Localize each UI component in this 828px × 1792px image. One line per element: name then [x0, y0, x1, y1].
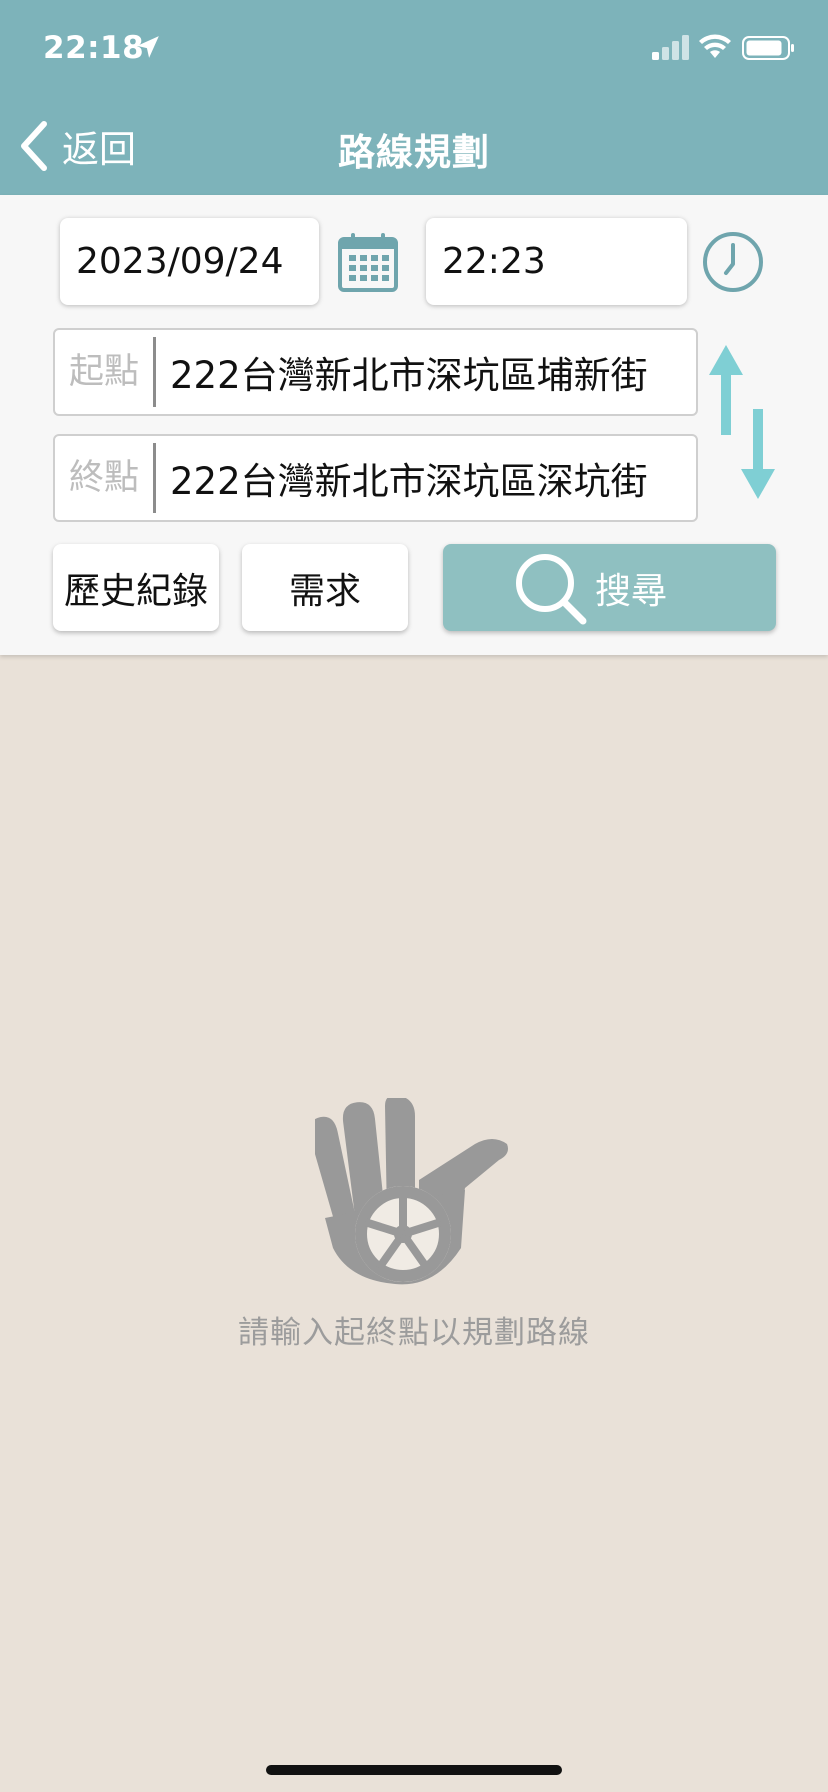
empty-state-message: 請輸入起終點以規劃路線 — [238, 1315, 590, 1351]
home-indicator — [266, 1765, 562, 1775]
start-location-value: 222台灣新北市深坑區埔新街 — [170, 354, 648, 397]
demand-button[interactable]: 需求 — [242, 544, 408, 631]
end-location-field[interactable]: 終點 222台灣新北市深坑區深坑街 — [53, 434, 698, 522]
end-location-value: 222台灣新北市深坑區深坑街 — [170, 460, 648, 503]
start-location-field[interactable]: 起點 222台灣新北市深坑區埔新街 — [53, 328, 698, 416]
swap-arrows-icon[interactable] — [705, 345, 779, 499]
battery-icon — [742, 36, 794, 60]
location-arrow-icon — [137, 36, 159, 58]
route-form-panel: 2023/09/24 22:23 起點 222台灣新北市深坑區埔新街 終點 22… — [0, 195, 828, 655]
wifi-icon — [699, 34, 731, 58]
search-label: 搜尋 — [595, 570, 668, 612]
search-icon — [516, 553, 587, 624]
start-label: 起點 — [55, 337, 156, 407]
date-value: 2023/09/24 — [76, 241, 284, 282]
history-label: 歷史紀錄 — [63, 570, 208, 612]
cellular-signal-icon — [652, 35, 689, 60]
page-title: 路線規劃 — [338, 131, 490, 174]
time-value: 22:23 — [442, 241, 546, 282]
demand-label: 需求 — [288, 570, 361, 612]
calendar-icon[interactable] — [337, 231, 399, 293]
status-time: 22:18 — [43, 30, 145, 66]
header-bar: 22:18 返回 路線規劃 — [0, 0, 828, 195]
time-field[interactable]: 22:23 — [426, 218, 687, 305]
end-label: 終點 — [55, 443, 156, 513]
hand-wheel-icon — [315, 1098, 508, 1285]
clock-icon[interactable] — [702, 231, 764, 293]
date-field[interactable]: 2023/09/24 — [60, 218, 319, 305]
search-button[interactable]: 搜尋 — [443, 544, 776, 631]
history-button[interactable]: 歷史紀錄 — [53, 544, 219, 631]
